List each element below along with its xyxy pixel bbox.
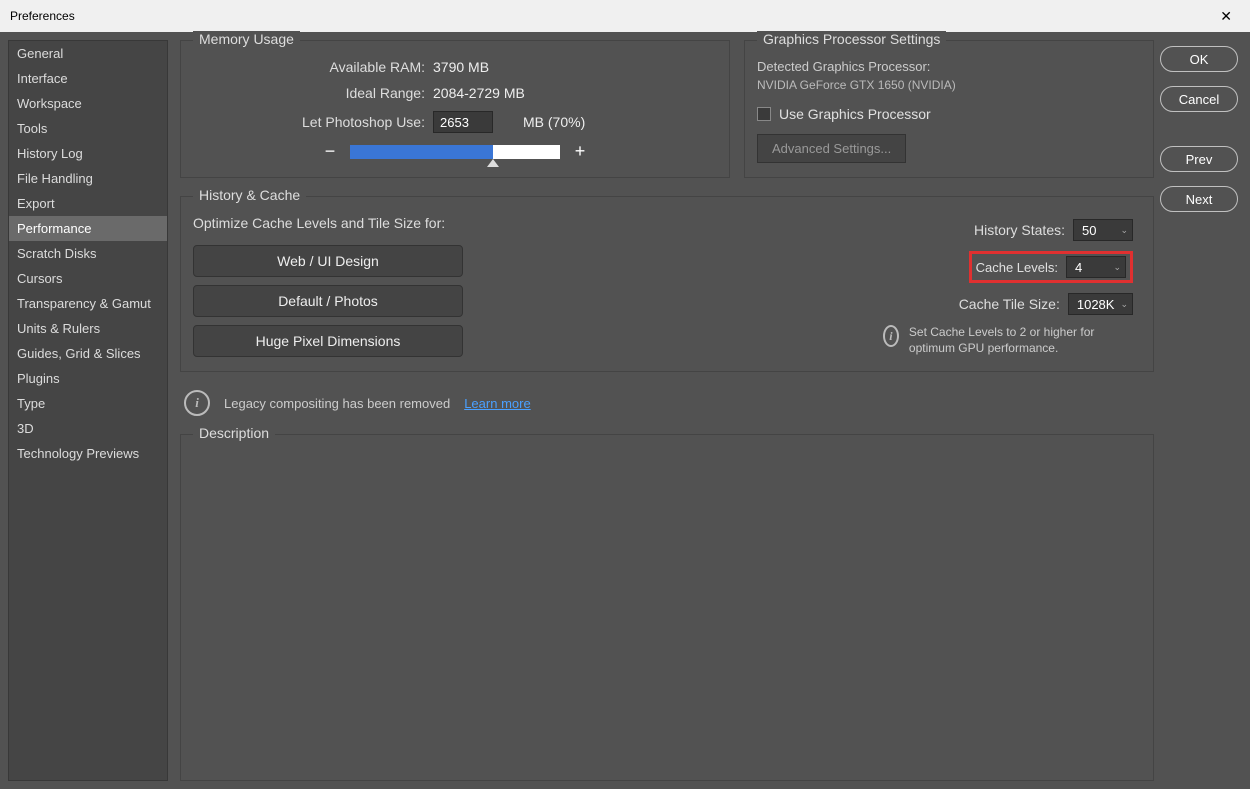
- detected-gpu-label: Detected Graphics Processor:: [757, 59, 1141, 74]
- preferences-sidebar: GeneralInterfaceWorkspaceToolsHistory Lo…: [8, 40, 168, 781]
- sidebar-item-technology-previews[interactable]: Technology Previews: [9, 441, 167, 466]
- minus-icon[interactable]: −: [322, 141, 338, 162]
- learn-more-link[interactable]: Learn more: [464, 396, 530, 411]
- ideal-range-value: 2084-2729 MB: [433, 85, 717, 101]
- sidebar-item-3d[interactable]: 3D: [9, 416, 167, 441]
- chevron-down-icon: ⌄: [1120, 225, 1128, 236]
- slider-thumb[interactable]: [487, 159, 499, 167]
- preset-default-button[interactable]: Default / Photos: [193, 285, 463, 317]
- cache-levels-input[interactable]: 4⌄: [1066, 256, 1126, 278]
- optimize-caption: Optimize Cache Levels and Tile Size for:: [193, 215, 463, 231]
- titlebar: Preferences ✕: [0, 0, 1250, 32]
- sidebar-item-interface[interactable]: Interface: [9, 66, 167, 91]
- sidebar-item-tools[interactable]: Tools: [9, 116, 167, 141]
- sidebar-item-units-rulers[interactable]: Units & Rulers: [9, 316, 167, 341]
- use-gpu-checkbox[interactable]: [757, 107, 771, 121]
- available-ram-value: 3790 MB: [433, 59, 717, 75]
- cache-tile-label: Cache Tile Size:: [940, 296, 1060, 312]
- sidebar-item-general[interactable]: General: [9, 41, 167, 66]
- preset-huge-button[interactable]: Huge Pixel Dimensions: [193, 325, 463, 357]
- window-title: Preferences: [10, 9, 1212, 23]
- memory-slider[interactable]: [350, 145, 560, 159]
- chevron-down-icon: ⌄: [1120, 299, 1128, 310]
- sidebar-item-workspace[interactable]: Workspace: [9, 91, 167, 116]
- cache-hint-text: Set Cache Levels to 2 or higher for opti…: [909, 325, 1133, 356]
- sidebar-item-type[interactable]: Type: [9, 391, 167, 416]
- slider-fill: [350, 145, 493, 159]
- preset-web-button[interactable]: Web / UI Design: [193, 245, 463, 277]
- detected-gpu-value: NVIDIA GeForce GTX 1650 (NVIDIA): [757, 78, 1141, 92]
- sidebar-item-transparency-gamut[interactable]: Transparency & Gamut: [9, 291, 167, 316]
- sidebar-item-export[interactable]: Export: [9, 191, 167, 216]
- cache-levels-highlight: Cache Levels: 4⌄: [969, 251, 1133, 283]
- memory-use-input[interactable]: [433, 111, 493, 133]
- sidebar-item-performance[interactable]: Performance: [9, 216, 167, 241]
- let-use-label: Let Photoshop Use:: [193, 114, 433, 130]
- history-cache-legend: History & Cache: [193, 187, 306, 203]
- sidebar-item-cursors[interactable]: Cursors: [9, 266, 167, 291]
- available-ram-label: Available RAM:: [193, 59, 433, 75]
- legacy-text: Legacy compositing has been removed: [224, 396, 450, 411]
- sidebar-item-scratch-disks[interactable]: Scratch Disks: [9, 241, 167, 266]
- history-states-input[interactable]: 50⌄: [1073, 219, 1133, 241]
- memory-usage-group: Memory Usage Available RAM: 3790 MB Idea…: [180, 40, 730, 178]
- prev-button[interactable]: Prev: [1160, 146, 1238, 172]
- info-icon: i: [883, 325, 899, 347]
- ideal-range-label: Ideal Range:: [193, 85, 433, 101]
- cache-levels-label: Cache Levels:: [976, 260, 1058, 275]
- sidebar-item-file-handling[interactable]: File Handling: [9, 166, 167, 191]
- sidebar-item-history-log[interactable]: History Log: [9, 141, 167, 166]
- history-cache-group: History & Cache Optimize Cache Levels an…: [180, 196, 1154, 372]
- cache-tile-input[interactable]: 1028K⌄: [1068, 293, 1133, 315]
- description-legend: Description: [193, 425, 275, 441]
- use-gpu-label: Use Graphics Processor: [779, 106, 931, 122]
- memory-usage-legend: Memory Usage: [193, 31, 300, 47]
- gpu-legend: Graphics Processor Settings: [757, 31, 946, 47]
- info-icon: i: [184, 390, 210, 416]
- description-group: Description: [180, 434, 1154, 781]
- next-button[interactable]: Next: [1160, 186, 1238, 212]
- sidebar-item-plugins[interactable]: Plugins: [9, 366, 167, 391]
- plus-icon[interactable]: +: [572, 141, 588, 162]
- close-icon[interactable]: ✕: [1212, 4, 1240, 29]
- ok-button[interactable]: OK: [1160, 46, 1238, 72]
- memory-use-suffix: MB (70%): [523, 114, 717, 130]
- cancel-button[interactable]: Cancel: [1160, 86, 1238, 112]
- sidebar-item-guides-grid-slices[interactable]: Guides, Grid & Slices: [9, 341, 167, 366]
- advanced-settings-button[interactable]: Advanced Settings...: [757, 134, 906, 163]
- history-states-label: History States:: [945, 222, 1065, 238]
- gpu-settings-group: Graphics Processor Settings Detected Gra…: [744, 40, 1154, 178]
- legacy-compositing-row: i Legacy compositing has been removed Le…: [180, 390, 1154, 416]
- chevron-down-icon: ⌄: [1113, 262, 1121, 273]
